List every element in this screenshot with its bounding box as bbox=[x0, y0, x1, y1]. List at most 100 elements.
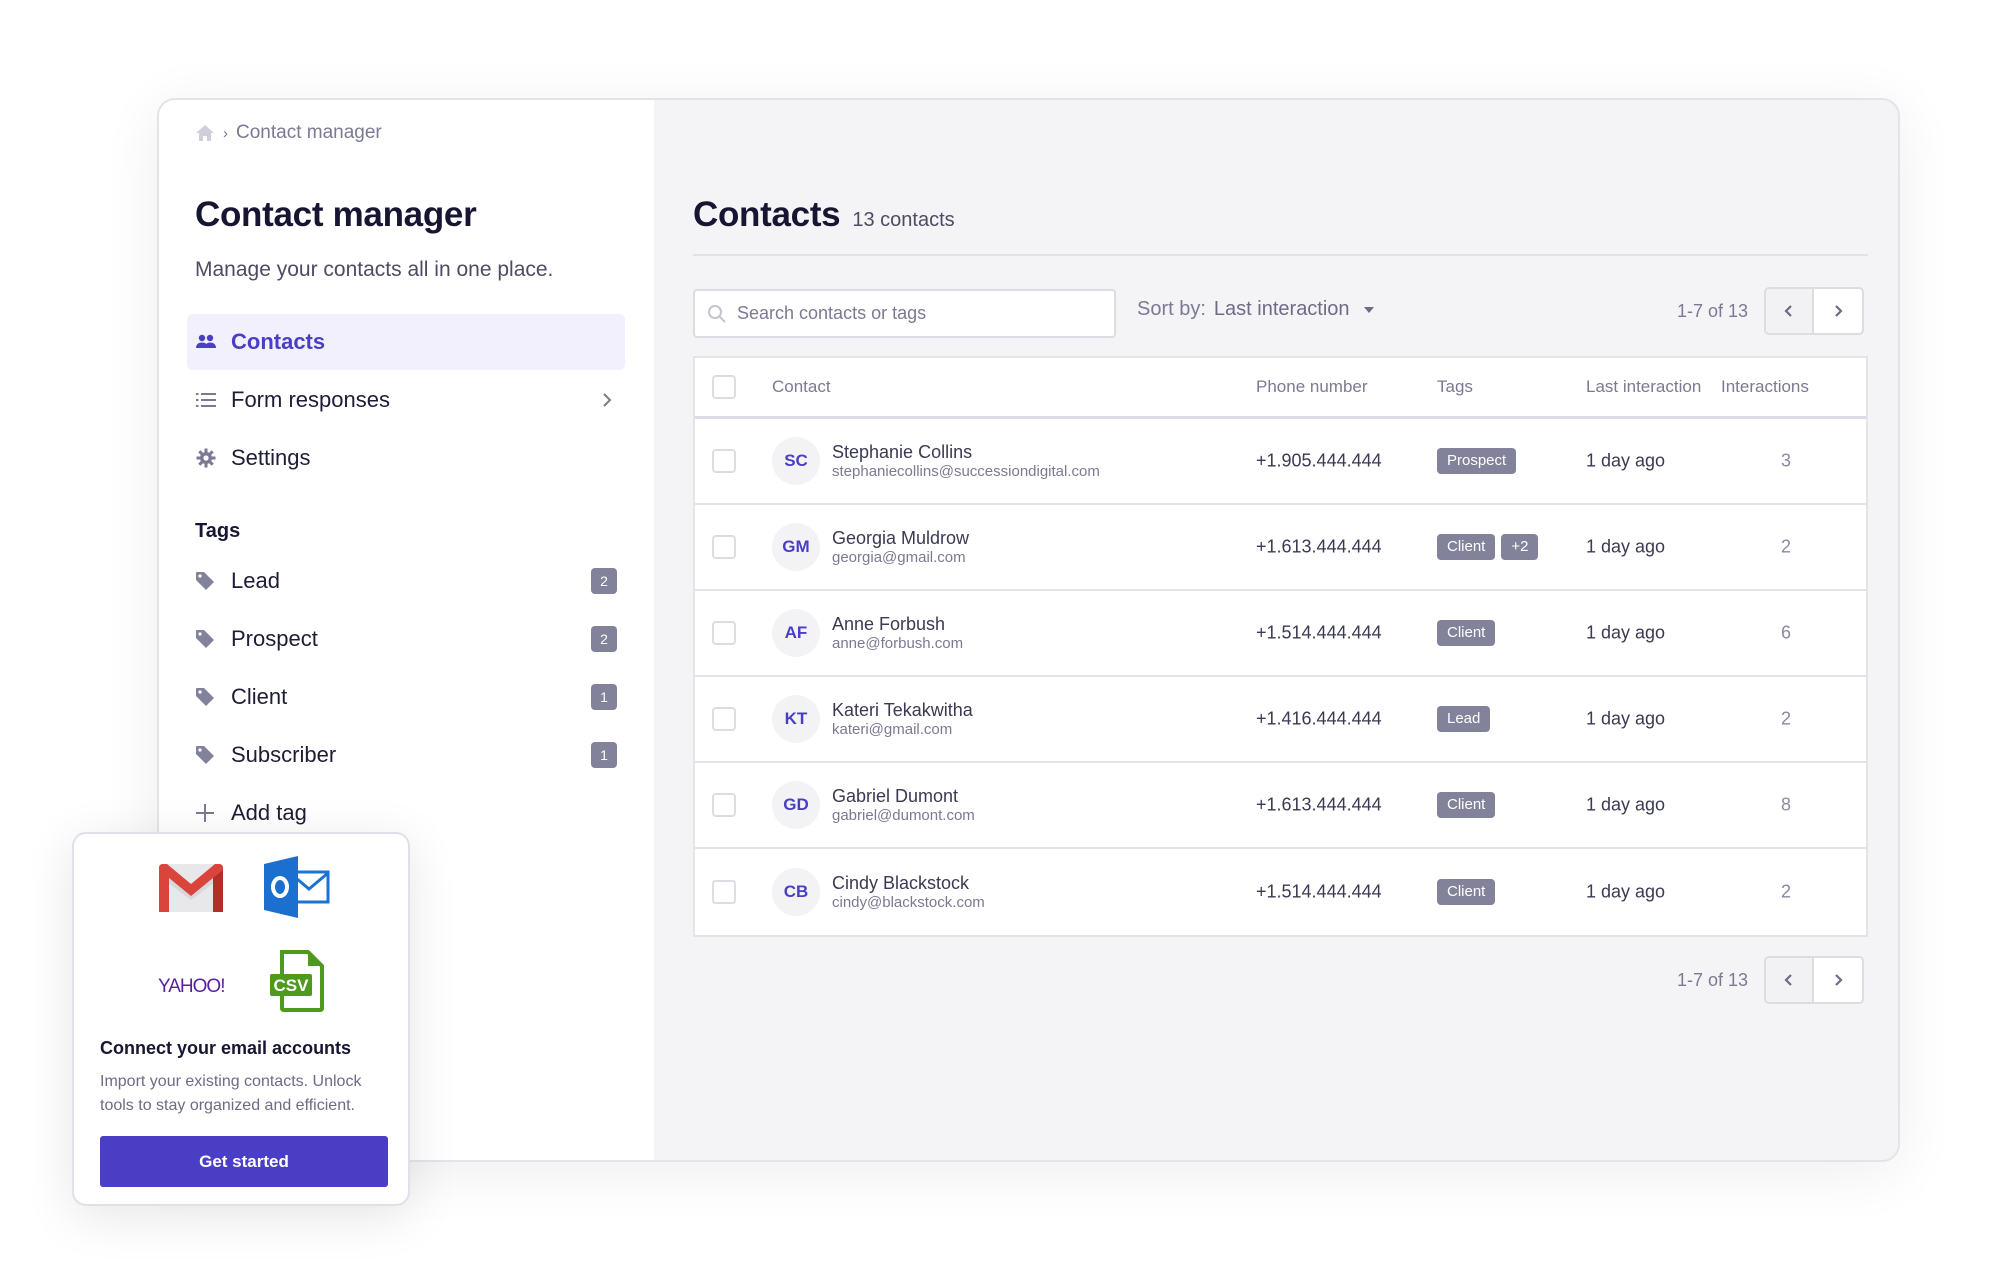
tag-item-subscriber[interactable]: Subscriber 1 bbox=[195, 726, 617, 784]
search-icon bbox=[708, 304, 726, 323]
page-header: Contacts 13 contacts bbox=[693, 195, 955, 235]
breadcrumb: › Contact manager bbox=[195, 122, 382, 144]
last-interaction-cell: 1 day ago bbox=[1586, 881, 1666, 902]
tag-item-prospect[interactable]: Prospect 2 bbox=[195, 610, 617, 668]
home-icon[interactable] bbox=[195, 123, 215, 143]
contact-name[interactable]: Anne Forbush bbox=[832, 613, 963, 635]
card-description: Import your existing contacts. Unlock to… bbox=[100, 1073, 362, 1114]
contact-name[interactable]: Kateri Tekakwitha bbox=[832, 699, 973, 721]
table-row[interactable]: GM Georgia Muldrow georgia@gmail.com +1.… bbox=[695, 505, 1866, 591]
contact-info: Kateri Tekakwitha kateri@gmail.com bbox=[832, 699, 973, 739]
chevron-right-icon[interactable] bbox=[599, 392, 615, 408]
yahoo-logo[interactable]: YAHOO! bbox=[158, 976, 225, 998]
row-checkbox[interactable] bbox=[712, 707, 736, 731]
column-header-tags[interactable]: Tags bbox=[1437, 377, 1473, 397]
sidebar-item-label: Form responses bbox=[231, 387, 390, 412]
column-header-last-interaction[interactable]: Last interaction bbox=[1586, 377, 1701, 397]
avatar: KT bbox=[772, 695, 820, 743]
select-all-cell bbox=[712, 375, 736, 399]
contact-name[interactable]: Stephanie Collins bbox=[832, 441, 1100, 463]
tag-count-badge: 1 bbox=[591, 684, 617, 710]
contact-name[interactable]: Cindy Blackstock bbox=[832, 872, 985, 894]
get-started-button[interactable]: Get started bbox=[100, 1136, 388, 1187]
chevron-right-icon bbox=[1835, 305, 1843, 317]
people-icon bbox=[195, 331, 217, 353]
tag-icon bbox=[196, 572, 214, 590]
table-row[interactable]: KT Kateri Tekakwitha kateri@gmail.com +1… bbox=[695, 677, 1866, 763]
next-page-button[interactable] bbox=[1814, 289, 1862, 333]
tag-label: Lead bbox=[231, 568, 280, 593]
tag-label: Prospect bbox=[231, 626, 318, 651]
breadcrumb-current: Contact manager bbox=[236, 122, 382, 143]
csv-file-icon[interactable]: CSV bbox=[268, 950, 328, 1012]
sidebar-item-contacts[interactable]: Contacts bbox=[187, 314, 625, 370]
add-tag-label: Add tag bbox=[231, 800, 307, 825]
gmail-logo[interactable] bbox=[157, 862, 225, 914]
contact-info: Gabriel Dumont gabriel@dumont.com bbox=[832, 785, 975, 825]
row-checkbox[interactable] bbox=[712, 621, 736, 645]
contact-count: 13 contacts bbox=[852, 209, 955, 231]
tag-count-badge: 2 bbox=[591, 568, 617, 594]
gear-icon bbox=[195, 447, 217, 469]
interactions-cell: 2 bbox=[1780, 881, 1791, 902]
interactions-cell: 8 bbox=[1780, 794, 1791, 815]
tag-icon bbox=[196, 688, 214, 706]
card-title: Connect your email accounts bbox=[100, 1038, 352, 1058]
row-checkbox[interactable] bbox=[712, 880, 736, 904]
phone-cell: +1.613.444.444 bbox=[1256, 794, 1382, 815]
last-interaction-cell: 1 day ago bbox=[1586, 708, 1666, 729]
search-input[interactable] bbox=[737, 303, 1097, 324]
connect-email-card: YAHOO! CSV Connect your email accounts I… bbox=[72, 832, 410, 1206]
table-row[interactable]: SC Stephanie Collins stephaniecollins@su… bbox=[695, 419, 1866, 505]
column-header-contact[interactable]: Contact bbox=[772, 377, 831, 397]
previous-page-button[interactable] bbox=[1766, 289, 1814, 333]
table-row[interactable]: GD Gabriel Dumont gabriel@dumont.com +1.… bbox=[695, 763, 1866, 849]
sidebar-item-form-responses[interactable]: Form responses bbox=[187, 372, 625, 428]
table-row[interactable]: AF Anne Forbush anne@forbush.com +1.514.… bbox=[695, 591, 1866, 677]
contact-cell: GD Gabriel Dumont gabriel@dumont.com bbox=[772, 781, 975, 829]
chevron-left-icon bbox=[1784, 974, 1792, 986]
search-field[interactable] bbox=[693, 289, 1116, 338]
pagination-top: 1-7 of 13 bbox=[1677, 287, 1864, 335]
interactions-cell: 2 bbox=[1780, 536, 1791, 557]
tag-count-badge: 1 bbox=[591, 742, 617, 768]
tag-pill: Client bbox=[1437, 534, 1496, 560]
row-checkbox[interactable] bbox=[712, 535, 736, 559]
header-divider bbox=[693, 254, 1868, 256]
more-tags-pill[interactable]: +2 bbox=[1501, 534, 1539, 560]
contact-cell: SC Stephanie Collins stephaniecollins@su… bbox=[772, 437, 1100, 485]
last-interaction-cell: 1 day ago bbox=[1586, 622, 1666, 643]
row-select-cell bbox=[712, 621, 736, 645]
outlook-logo[interactable] bbox=[264, 856, 330, 918]
contact-cell: GM Georgia Muldrow georgia@gmail.com bbox=[772, 523, 969, 571]
tag-list: Lead 2 Prospect 2 Client 1 Subscriber 1 … bbox=[195, 552, 617, 842]
sort-dropdown[interactable]: Sort by: Last interaction bbox=[1137, 298, 1374, 321]
phone-cell: +1.514.444.444 bbox=[1256, 881, 1382, 902]
table-row[interactable]: CB Cindy Blackstock cindy@blackstock.com… bbox=[695, 849, 1866, 935]
contact-email: anne@forbush.com bbox=[832, 635, 964, 652]
column-header-interactions[interactable]: Interactions bbox=[1721, 377, 1809, 397]
sidebar-item-settings[interactable]: Settings bbox=[187, 430, 625, 486]
tag-item-client[interactable]: Client 1 bbox=[195, 668, 617, 726]
column-header-phone[interactable]: Phone number bbox=[1256, 377, 1368, 397]
contact-cell: CB Cindy Blackstock cindy@blackstock.com bbox=[772, 868, 985, 916]
next-page-button[interactable] bbox=[1814, 958, 1862, 1002]
phone-cell: +1.905.444.444 bbox=[1256, 450, 1382, 471]
tags-cell: Client +2 bbox=[1437, 534, 1539, 560]
avatar: GM bbox=[772, 523, 820, 571]
contact-name[interactable]: Georgia Muldrow bbox=[832, 527, 969, 549]
select-all-checkbox[interactable] bbox=[712, 375, 736, 399]
previous-page-button[interactable] bbox=[1766, 958, 1814, 1002]
last-interaction-cell: 1 day ago bbox=[1586, 536, 1666, 557]
row-checkbox[interactable] bbox=[712, 793, 736, 817]
table-header-row: Contact Phone number Tags Last interacti… bbox=[695, 358, 1866, 419]
plus-icon bbox=[196, 804, 214, 822]
tag-item-lead[interactable]: Lead 2 bbox=[195, 552, 617, 610]
avatar: GD bbox=[772, 781, 820, 829]
tag-label: Subscriber bbox=[231, 742, 337, 767]
contact-email: gabriel@dumont.com bbox=[832, 807, 975, 824]
tags-heading: Tags bbox=[195, 520, 241, 542]
contact-name[interactable]: Gabriel Dumont bbox=[832, 785, 975, 807]
phone-cell: +1.514.444.444 bbox=[1256, 622, 1382, 643]
row-checkbox[interactable] bbox=[712, 449, 736, 473]
